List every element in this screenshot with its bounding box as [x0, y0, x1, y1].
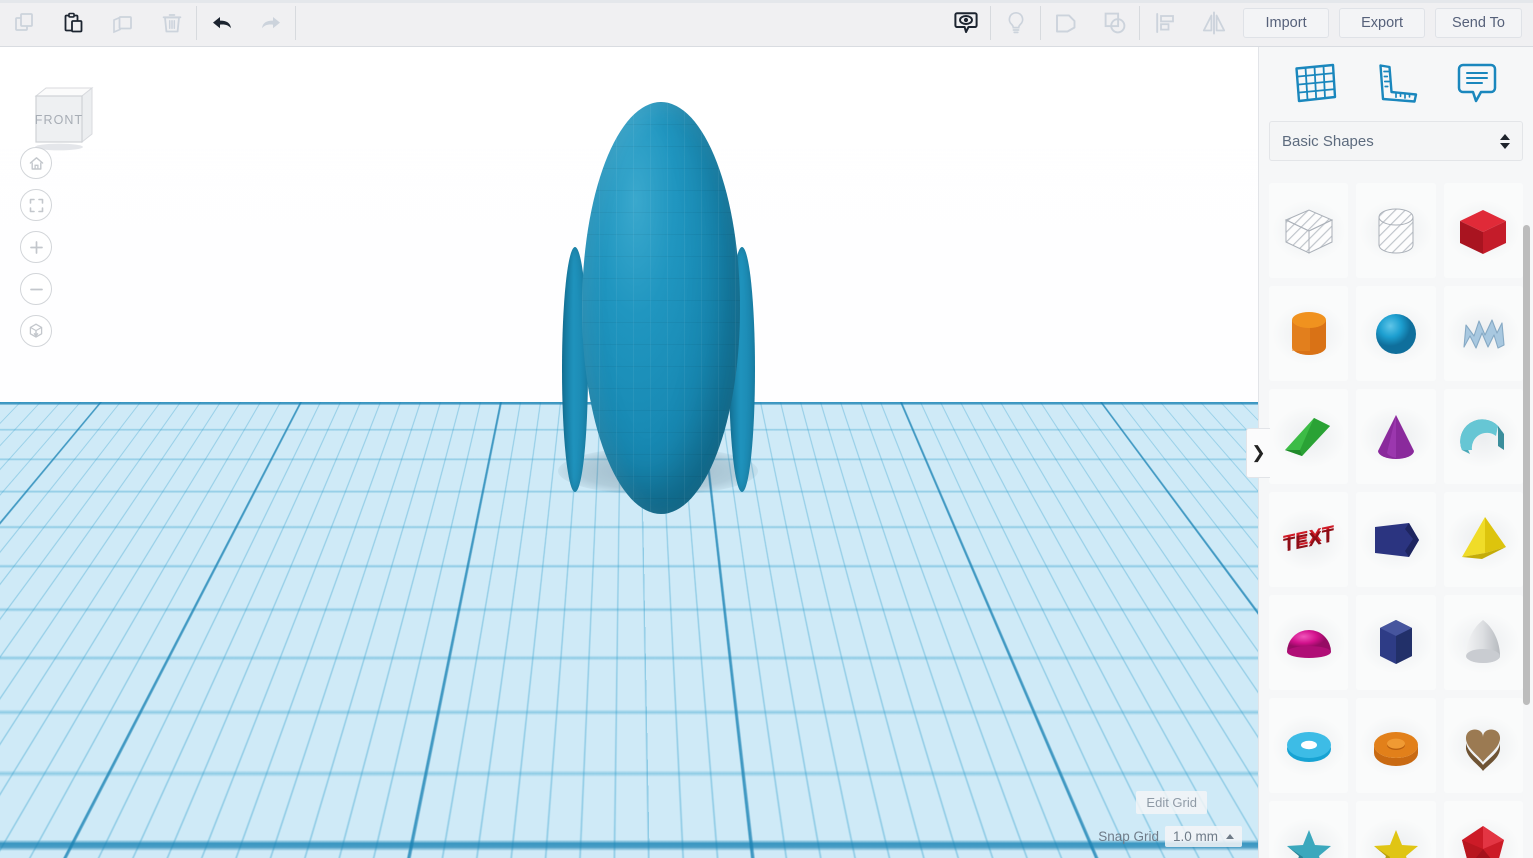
copy-button[interactable]: [0, 0, 49, 47]
ungroup-button[interactable]: [1090, 0, 1139, 47]
snap-grid-value: 1.0 mm: [1173, 829, 1218, 844]
mirror-button[interactable]: [1189, 0, 1238, 47]
shape-paraboloid[interactable]: [1444, 595, 1523, 690]
zoom-out-button[interactable]: [20, 273, 52, 305]
shape-polyhedron[interactable]: [1444, 801, 1523, 858]
shape-box-hole[interactable]: [1269, 183, 1348, 278]
shapes-panel-scrollbar[interactable]: [1523, 225, 1530, 705]
panel-header-icons: [1259, 47, 1533, 119]
caret-up-icon: [1226, 834, 1234, 839]
model-facets: [582, 102, 740, 514]
align-button[interactable]: [1140, 0, 1189, 47]
edit-grid-button[interactable]: Edit Grid: [1136, 791, 1207, 814]
shape-category-label: Basic Shapes: [1282, 133, 1374, 150]
chevron-updown-icon: [1500, 134, 1510, 149]
import-button[interactable]: Import: [1243, 8, 1329, 38]
svg-text:TEXT: TEXT: [1283, 524, 1334, 556]
shape-polygon[interactable]: [1356, 492, 1435, 587]
toolbar-spacer: [296, 0, 941, 46]
view-cube-label: FRONT: [35, 113, 84, 127]
shape-cylinder[interactable]: [1269, 286, 1348, 381]
shape-hemisphere[interactable]: [1269, 595, 1348, 690]
workplane-icon[interactable]: [1287, 60, 1343, 106]
show-hide-button[interactable]: [941, 0, 990, 47]
shape-roof[interactable]: [1269, 389, 1348, 484]
snap-grid-select[interactable]: 1.0 mm: [1165, 826, 1242, 847]
paste-button[interactable]: [49, 0, 98, 47]
top-toolbar: Import Export Send To: [0, 0, 1533, 47]
shape-star-yellow[interactable]: [1356, 801, 1435, 858]
shapes-grid[interactable]: TEXT TEXT: [1259, 175, 1533, 858]
shape-cylinder-hole[interactable]: [1356, 183, 1435, 278]
rocket-body-ellipsoid[interactable]: [582, 102, 740, 514]
ruler-icon[interactable]: [1368, 60, 1424, 106]
rocket-shape[interactable]: [540, 102, 780, 532]
edit-tools-group: [0, 0, 196, 46]
zoom-in-button[interactable]: [20, 231, 52, 263]
view-tools-group: [941, 0, 1238, 46]
snap-grid-controls: Snap Grid 1.0 mm: [1098, 826, 1242, 847]
shape-tube[interactable]: [1356, 698, 1435, 793]
shape-box[interactable]: [1444, 183, 1523, 278]
shape-text[interactable]: TEXT TEXT: [1269, 492, 1348, 587]
tinkercad-editor: Import Export Send To FRONT Edit Grid Sn…: [0, 0, 1533, 858]
file-actions-group: Import Export Send To: [1238, 0, 1533, 46]
note-icon[interactable]: [1449, 60, 1505, 106]
shape-pyramid[interactable]: [1444, 492, 1523, 587]
duplicate-button[interactable]: [98, 0, 147, 47]
shape-half-cylinder[interactable]: [1444, 389, 1523, 484]
shape-scribble[interactable]: [1444, 286, 1523, 381]
collapse-panel-button[interactable]: ❯: [1246, 428, 1270, 478]
export-button[interactable]: Export: [1339, 8, 1425, 38]
snap-grid-label: Snap Grid: [1098, 829, 1159, 844]
send-to-button[interactable]: Send To: [1435, 8, 1522, 38]
fit-view-button[interactable]: [20, 189, 52, 221]
shape-heart[interactable]: [1444, 698, 1523, 793]
history-tools-group: [197, 0, 295, 46]
group-button[interactable]: [1041, 0, 1090, 47]
shape-cone[interactable]: [1356, 389, 1435, 484]
shape-torus[interactable]: [1269, 698, 1348, 793]
shape-sphere[interactable]: [1356, 286, 1435, 381]
shapes-panel: Basic Shapes TEXT TEXT: [1258, 47, 1533, 858]
shape-category-select[interactable]: Basic Shapes: [1269, 121, 1523, 161]
redo-button[interactable]: [246, 0, 295, 47]
projection-button[interactable]: [20, 315, 52, 347]
light-button[interactable]: [991, 0, 1040, 47]
shape-hex-prism[interactable]: [1356, 595, 1435, 690]
shape-star-teal[interactable]: [1269, 801, 1348, 858]
3d-viewport[interactable]: FRONT Edit Grid Snap Grid 1.0 mm: [0, 47, 1258, 858]
undo-button[interactable]: [197, 0, 246, 47]
home-view-button[interactable]: [20, 147, 52, 179]
delete-button[interactable]: [147, 0, 196, 47]
